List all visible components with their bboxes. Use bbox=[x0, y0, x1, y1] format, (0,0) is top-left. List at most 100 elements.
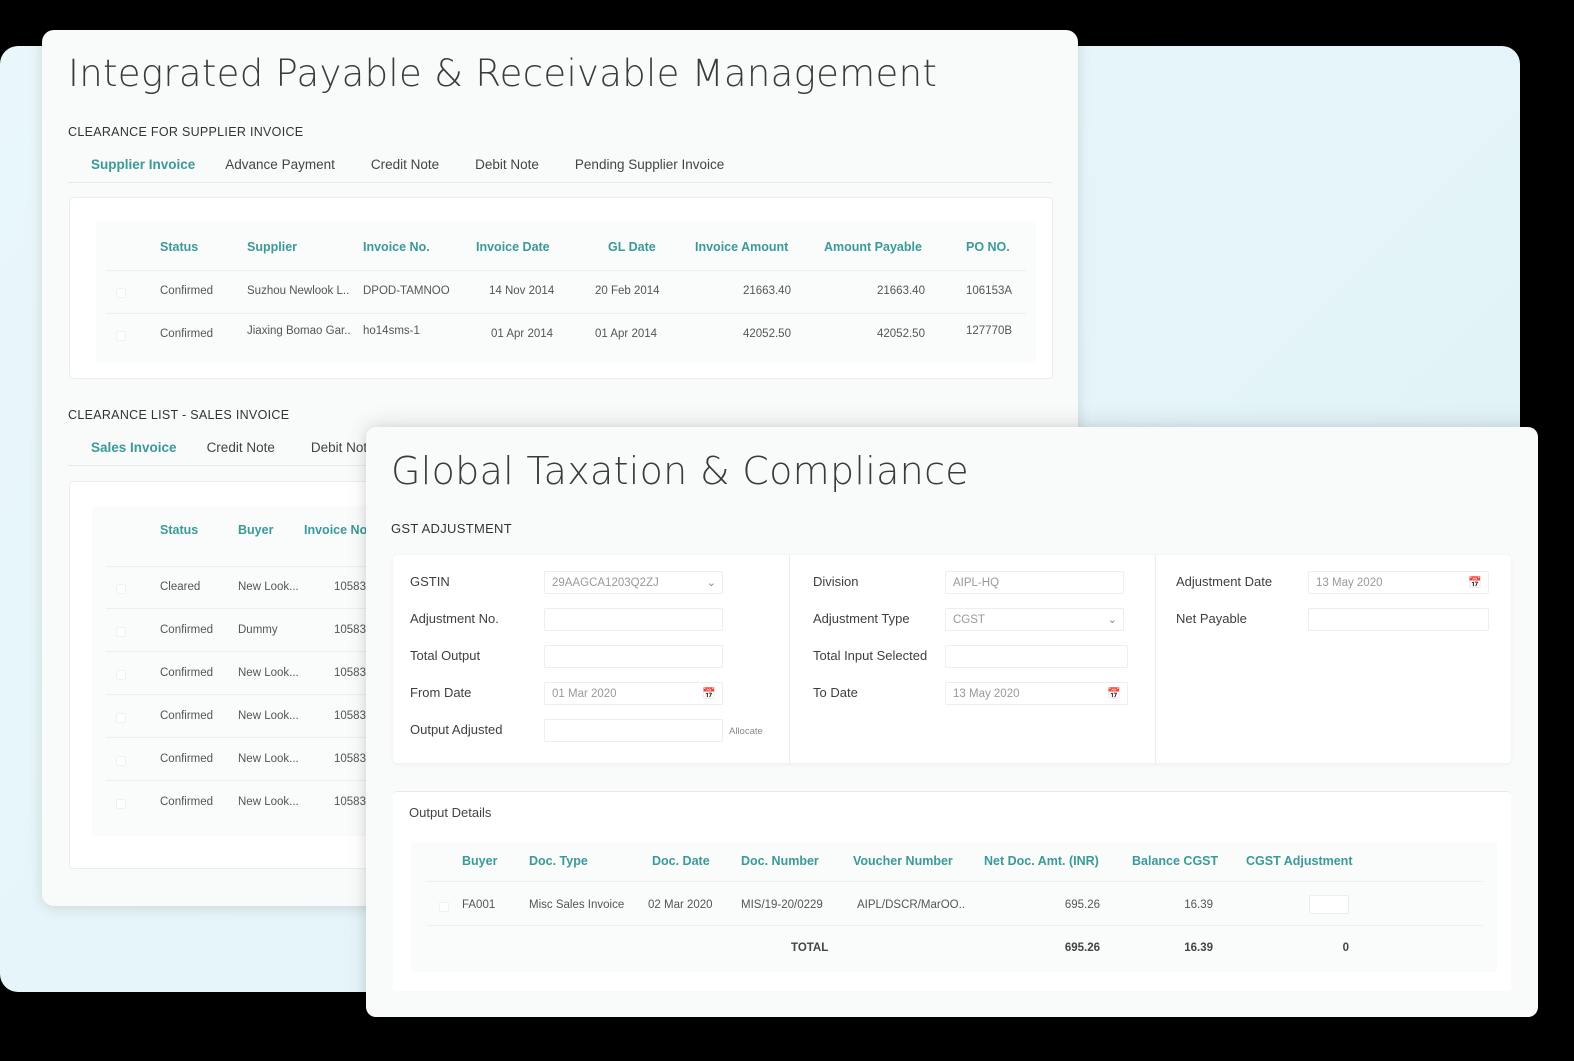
cell-od-doc-date: 02 Mar 2020 bbox=[648, 899, 713, 911]
allocate-link[interactable]: Allocate bbox=[729, 726, 763, 737]
col-od-doc-date[interactable]: Doc. Date bbox=[652, 854, 710, 868]
total-label: TOTAL bbox=[791, 942, 829, 954]
gstin-value: 29AAGCA1203Q2ZJ bbox=[552, 577, 659, 589]
cell-invoice-amount: 42052.50 bbox=[743, 328, 791, 340]
row-checkbox[interactable] bbox=[116, 713, 126, 723]
adjustment-no-input[interactable] bbox=[544, 608, 723, 631]
tab-sales-credit-note[interactable]: Credit Note bbox=[195, 440, 293, 455]
col-od-buyer[interactable]: Buyer bbox=[462, 854, 497, 868]
to-date-value: 13 May 2020 bbox=[953, 688, 1020, 700]
row-checkbox[interactable] bbox=[116, 670, 126, 680]
from-date-input[interactable]: 01 Mar 2020 📅 bbox=[544, 682, 723, 705]
cell-supplier: Suzhou Newlook L.. bbox=[247, 285, 350, 297]
cell-invoice-no[interactable]: 10583 bbox=[334, 581, 366, 593]
calendar-icon[interactable]: 📅 bbox=[1107, 687, 1121, 700]
cell-invoice-no[interactable]: 10583 bbox=[334, 624, 366, 636]
output-adjusted-input[interactable] bbox=[544, 719, 723, 742]
col-supplier[interactable]: Supplier bbox=[247, 240, 297, 254]
cell-po-no: 127770B bbox=[966, 325, 1013, 337]
cell-invoice-no[interactable]: 10583 bbox=[334, 667, 366, 679]
output-details-table: Buyer Doc. Type Doc. Date Doc. Number Vo… bbox=[411, 842, 1497, 972]
row-divider bbox=[106, 313, 1026, 314]
col-invoice-amount[interactable]: Invoice Amount bbox=[695, 240, 788, 254]
row-checkbox[interactable] bbox=[116, 627, 126, 637]
output-adjusted-label: Output Adjusted bbox=[410, 722, 503, 737]
col-od-doc-number[interactable]: Doc. Number bbox=[741, 854, 819, 868]
header-divider bbox=[106, 270, 1026, 271]
col-sales-status[interactable]: Status bbox=[160, 523, 198, 537]
to-date-input[interactable]: 13 May 2020 📅 bbox=[945, 682, 1128, 705]
net-payable-label: Net Payable bbox=[1176, 611, 1247, 626]
row-checkbox[interactable] bbox=[116, 756, 126, 766]
row-checkbox[interactable] bbox=[116, 331, 126, 341]
form-column-divider bbox=[789, 555, 790, 763]
total-input-selected-input[interactable] bbox=[945, 645, 1128, 668]
cell-status: Confirmed bbox=[160, 796, 214, 808]
tab-sales-invoice[interactable]: Sales Invoice bbox=[73, 440, 195, 455]
tab-credit-note[interactable]: Credit Note bbox=[353, 157, 457, 172]
total-input-selected-label: Total Input Selected bbox=[813, 648, 928, 663]
cell-amount-payable: 42052.50 bbox=[877, 328, 925, 340]
col-sales-invoice-no[interactable]: Invoice No bbox=[304, 523, 367, 537]
division-label: Division bbox=[813, 574, 859, 589]
tab-advance-payment[interactable]: Advance Payment bbox=[213, 157, 353, 172]
taxation-title: Global Taxation & Compliance bbox=[391, 449, 969, 493]
adjustment-date-input[interactable]: 13 May 2020 📅 bbox=[1308, 571, 1489, 594]
cell-invoice-no[interactable]: ho14sms-1 bbox=[363, 325, 420, 337]
cell-status: Confirmed bbox=[160, 624, 214, 636]
net-payable-input[interactable] bbox=[1308, 608, 1489, 631]
cell-od-voucher-number: AIPL/DSCR/MarOO.. bbox=[857, 899, 965, 911]
total-output-input[interactable] bbox=[544, 645, 723, 668]
row-checkbox[interactable] bbox=[116, 584, 126, 594]
calendar-icon[interactable]: 📅 bbox=[1468, 576, 1482, 589]
row-divider bbox=[427, 925, 1483, 926]
calendar-icon[interactable]: 📅 bbox=[702, 687, 716, 700]
cell-gl-date: 01 Apr 2014 bbox=[595, 328, 658, 340]
cell-status: Confirmed bbox=[160, 710, 214, 722]
col-od-cgst-adjustment[interactable]: CGST Adjustment bbox=[1246, 854, 1352, 868]
col-od-balance-cgst[interactable]: Balance CGST bbox=[1132, 854, 1218, 868]
tab-supplier-invoice[interactable]: Supplier Invoice bbox=[73, 157, 213, 172]
cell-invoice-date: 14 Nov 2014 bbox=[489, 285, 555, 297]
cell-status: Confirmed bbox=[160, 328, 214, 340]
to-date-label: To Date bbox=[813, 685, 858, 700]
col-status[interactable]: Status bbox=[160, 240, 198, 254]
cell-buyer: New Look... bbox=[238, 753, 299, 765]
row-checkbox[interactable] bbox=[116, 799, 126, 809]
cell-buyer: New Look... bbox=[238, 796, 299, 808]
col-od-voucher-number[interactable]: Voucher Number bbox=[853, 854, 953, 868]
adjustment-no-label: Adjustment No. bbox=[410, 611, 499, 626]
row-checkbox[interactable] bbox=[116, 288, 126, 298]
gstin-select[interactable]: 29AAGCA1203Q2ZJ ⌄ bbox=[544, 571, 723, 594]
cell-invoice-no[interactable]: DPOD-TAMNOO bbox=[363, 285, 450, 297]
output-details-panel: Output Details Buyer Doc. Type Doc. Date… bbox=[393, 791, 1511, 991]
cell-od-balance-cgst: 16.39 bbox=[1184, 899, 1213, 911]
gstin-label: GSTIN bbox=[410, 574, 450, 589]
cell-invoice-no[interactable]: 10583 bbox=[334, 796, 366, 808]
adjustment-date-value: 13 May 2020 bbox=[1316, 577, 1383, 589]
cell-supplier: Jiaxing Bomao Gar.. bbox=[247, 325, 351, 337]
col-invoice-date[interactable]: Invoice Date bbox=[476, 240, 550, 254]
supplier-tabs: Supplier Invoice Advance Payment Credit … bbox=[73, 157, 742, 172]
col-amount-payable[interactable]: Amount Payable bbox=[824, 240, 922, 254]
col-od-net-amt[interactable]: Net Doc. Amt. (INR) bbox=[984, 854, 1099, 868]
col-po-no[interactable]: PO NO. bbox=[966, 240, 1010, 254]
cgst-adjustment-input[interactable] bbox=[1309, 895, 1349, 914]
total-cgst-adjustment: 0 bbox=[1342, 942, 1349, 954]
col-invoice-no[interactable]: Invoice No. bbox=[363, 240, 430, 254]
adjustment-type-select[interactable]: CGST ⌄ bbox=[945, 608, 1124, 631]
division-input[interactable]: AIPL-HQ bbox=[945, 571, 1124, 594]
total-output-label: Total Output bbox=[410, 648, 481, 663]
cell-buyer: New Look... bbox=[238, 581, 299, 593]
row-checkbox[interactable] bbox=[439, 902, 449, 912]
adjustment-type-value: CGST bbox=[953, 614, 985, 626]
col-buyer[interactable]: Buyer bbox=[238, 523, 273, 537]
supplier-invoice-table: Status Supplier Invoice No. Invoice Date… bbox=[69, 197, 1053, 379]
tab-debit-note[interactable]: Debit Note bbox=[457, 157, 557, 172]
adjustment-type-label: Adjustment Type bbox=[813, 611, 910, 626]
cell-invoice-no[interactable]: 10583 bbox=[334, 753, 366, 765]
col-od-doc-type[interactable]: Doc. Type bbox=[529, 854, 588, 868]
cell-invoice-no[interactable]: 10583 bbox=[334, 710, 366, 722]
tab-pending-supplier-invoice[interactable]: Pending Supplier Invoice bbox=[557, 157, 742, 172]
col-gl-date[interactable]: GL Date bbox=[608, 240, 656, 254]
